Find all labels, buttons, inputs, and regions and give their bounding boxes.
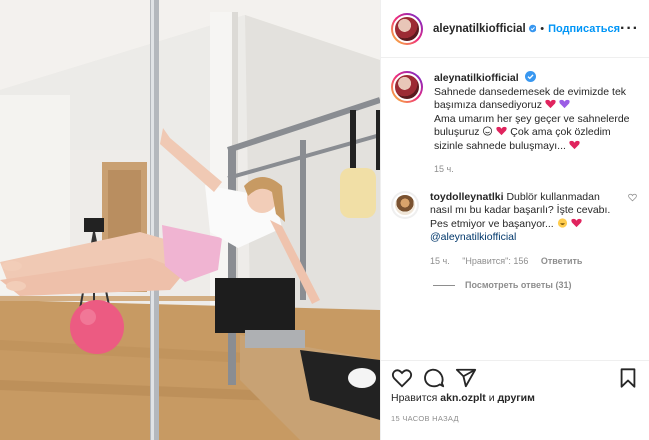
comment-time[interactable]: 15 ч.	[430, 256, 450, 266]
grin-emoji-icon	[557, 217, 567, 228]
heart-emoji-icon	[496, 126, 508, 136]
likes-and: и	[488, 392, 495, 404]
comment-like-heart-icon[interactable]	[628, 193, 637, 202]
post-image	[0, 0, 380, 440]
caption-username[interactable]: aleynatilkiofficial	[434, 72, 519, 84]
view-replies-button[interactable]: Посмотреть ответы (31)	[433, 280, 639, 290]
more-options-icon[interactable]: ···	[620, 20, 639, 37]
share-icon[interactable]	[455, 367, 477, 389]
post-timestamp[interactable]: 15 ЧАСОВ НАЗАД	[391, 414, 459, 423]
caption-text: Sahnede dansedemesek de evimizde tek baş…	[434, 85, 627, 112]
action-bar	[381, 360, 649, 394]
author-username[interactable]: aleynatilkiofficial	[433, 23, 526, 35]
comment-body: toydolleynatlki Dublör kullanmadan nasıl…	[430, 191, 615, 269]
heart-emoji-icon	[545, 99, 556, 109]
smile-emoji-icon	[483, 126, 493, 136]
comments-section: aleynatilkiofficial Sahnede dansedemesek…	[381, 59, 649, 359]
commenter-avatar[interactable]	[391, 190, 419, 219]
likes-prefix: Нравится	[391, 392, 438, 404]
caption-meta: 15 ч.	[434, 163, 634, 177]
comment-meta: 15 ч. "Нравится": 156 Ответить	[430, 255, 615, 269]
separator-dot: •	[540, 22, 545, 35]
heart-emoji-icon	[569, 140, 580, 149]
verified-badge-icon	[524, 71, 536, 82]
author-avatar[interactable]	[391, 12, 423, 45]
caption-avatar[interactable]	[391, 71, 423, 103]
likes-others[interactable]: другим	[498, 392, 535, 404]
comment-mention[interactable]: @aleynatilkiofficial	[430, 231, 516, 243]
heart-icon[interactable]	[391, 367, 413, 389]
caption-body: aleynatilkiofficial Sahnede dansedemesek…	[434, 71, 634, 177]
liked-by-user[interactable]: akn.ozplt	[440, 392, 486, 404]
likes-summary: Нравится akn.ozplt и другим	[391, 392, 535, 404]
caption: aleynatilkiofficial Sahnede dansedemesek…	[391, 71, 639, 177]
comment-icon[interactable]	[423, 367, 445, 389]
post-photo[interactable]	[0, 0, 380, 440]
bookmark-icon[interactable]	[617, 367, 639, 389]
replies-divider	[433, 284, 455, 286]
heart-emoji-icon	[570, 218, 582, 227]
post-sidebar: aleynatilkiofficial • Подписаться ··· al…	[380, 0, 649, 440]
reply-button[interactable]: Ответить	[541, 256, 583, 266]
commenter-username[interactable]: toydolleynatlki	[430, 191, 504, 203]
follow-button[interactable]: Подписаться	[548, 23, 620, 35]
comment-item: toydolleynatlki Dublör kullanmadan nasıl…	[391, 190, 639, 269]
purple-heart-emoji-icon	[559, 99, 570, 109]
post-header: aleynatilkiofficial • Подписаться ···	[381, 0, 649, 58]
verified-badge-icon	[528, 24, 537, 33]
view-replies-label: Посмотреть ответы (31)	[465, 280, 572, 290]
comment-likes[interactable]: "Нравится": 156	[462, 256, 528, 266]
caption-time[interactable]: 15 ч.	[434, 164, 454, 174]
